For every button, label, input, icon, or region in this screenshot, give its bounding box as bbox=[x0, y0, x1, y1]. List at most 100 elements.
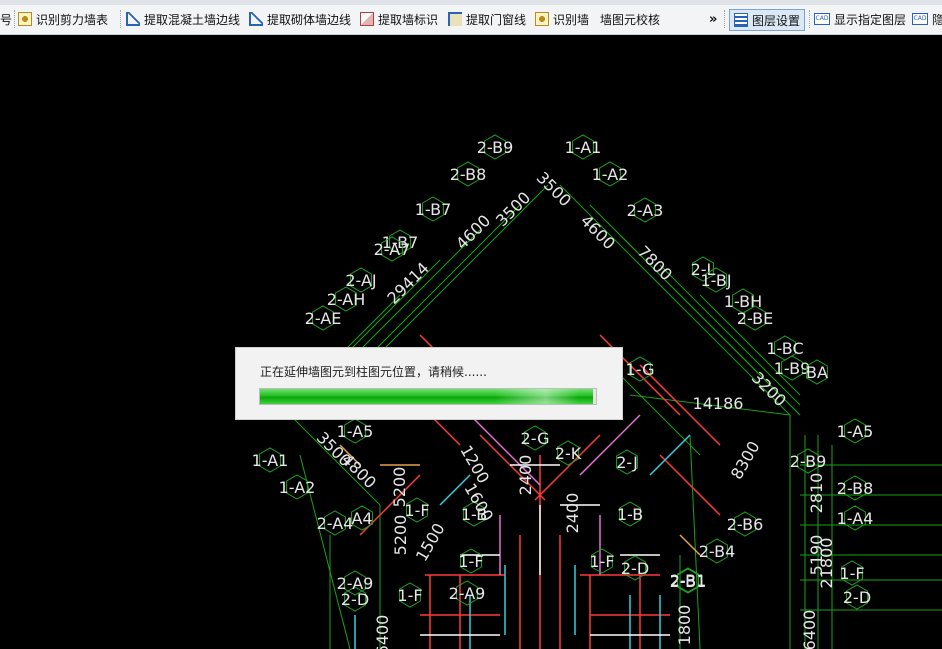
toolbar-item-label: 识别墙 bbox=[553, 12, 590, 27]
layer-settings-button[interactable]: 图层设置 bbox=[729, 9, 806, 31]
progress-bar bbox=[259, 388, 597, 405]
axis-label-text: 1-G bbox=[626, 360, 655, 379]
toolbar-overflow-button[interactable]: » bbox=[709, 8, 717, 30]
axis-label-text: 1-F bbox=[458, 552, 483, 571]
toolbar-separator bbox=[724, 10, 726, 28]
axis-label[interactable]: 1-A4 bbox=[837, 505, 874, 531]
hide-layer-button[interactable]: CAD 隐 bbox=[912, 8, 942, 30]
toolbar-item-label: 隐 bbox=[932, 12, 942, 27]
axis-label[interactable]: 2-AH bbox=[327, 286, 366, 312]
axis-label[interactable]: 1-A1 bbox=[252, 447, 289, 473]
toolbar-separator bbox=[14, 10, 16, 28]
wall-element-check-button[interactable]: 墙图元校核 bbox=[600, 8, 660, 30]
axis-label-text: 1-A1 bbox=[252, 451, 289, 470]
axis-label[interactable]: 2-A3 bbox=[627, 197, 664, 223]
extract-line-icon bbox=[126, 12, 140, 26]
axis-label-text: 2-A7 bbox=[374, 240, 411, 259]
toolbar-separator bbox=[809, 10, 811, 28]
axis-label[interactable]: 1-A5 bbox=[837, 418, 874, 444]
extract-concrete-wall-edge-button[interactable]: 提取混凝土墙边线 bbox=[126, 8, 240, 30]
show-specified-layer-button[interactable]: CAD 显示指定图层 bbox=[814, 8, 906, 30]
progress-dialog: 正在延伸墙图元到柱图元位置，请稍候...... bbox=[235, 347, 623, 420]
axis-label[interactable]: 2-J bbox=[616, 449, 638, 475]
progress-bar-glow bbox=[260, 389, 596, 404]
dimension-text: 4600 bbox=[452, 211, 494, 253]
axis-label[interactable]: 1-F bbox=[458, 548, 484, 574]
axis-label-text: 2-A9 bbox=[337, 574, 374, 593]
axis-label[interactable]: 2-A4 bbox=[317, 510, 354, 536]
axis-label[interactable]: 2-D bbox=[843, 584, 871, 610]
axis-label-text: 1-A2 bbox=[592, 165, 629, 184]
axis-label[interactable]: 1-A2 bbox=[592, 161, 629, 187]
axis-label[interactable]: 2-K bbox=[555, 440, 582, 466]
toolbar-item-label: 号 bbox=[0, 12, 13, 27]
axis-label-text: 1-A5 bbox=[337, 422, 374, 441]
wall-line bbox=[649, 434, 691, 476]
axis-label[interactable]: 2-D bbox=[621, 555, 649, 581]
extract-masonry-wall-edge-button[interactable]: 提取砌体墙边线 bbox=[249, 8, 351, 30]
layers-icon bbox=[734, 13, 748, 27]
extract-wall-mark-button[interactable]: 提取墙标识 bbox=[360, 8, 438, 30]
axis-label[interactable]: 2-B9 bbox=[790, 448, 827, 474]
axis-label[interactable]: 1-G bbox=[626, 356, 655, 382]
extract-door-window-line-button[interactable]: 提取门窗线 bbox=[448, 8, 526, 30]
toolbar-item-truncated[interactable]: 号 bbox=[0, 8, 12, 30]
axis-label[interactable]: 2-B6 bbox=[727, 511, 764, 537]
axis-label-text: 1-B bbox=[617, 505, 643, 524]
dimension-text: 5200 bbox=[390, 467, 409, 508]
table-scan-icon bbox=[18, 12, 32, 26]
axis-label[interactable]: 2-BE bbox=[737, 305, 773, 331]
axis-label[interactable]: 2-B8 bbox=[450, 161, 487, 187]
toolbar-separator bbox=[120, 10, 122, 28]
axis-label[interactable]: 1-B7 bbox=[415, 196, 452, 222]
axis-label-text: 2-B4 bbox=[699, 542, 736, 561]
axis-label-text: 2-J bbox=[616, 453, 638, 472]
dimension-text: 2400 bbox=[516, 455, 535, 496]
axis-label-text: 1-F bbox=[839, 564, 864, 583]
axis-label[interactable]: 1-F bbox=[397, 582, 423, 608]
cad-drawing-canvas[interactable]: 2-B9 1-A12-B8 1-A21-B7 2-A31-B72-A72-AJ2-AH… bbox=[0, 35, 942, 649]
axis-label[interactable]: 2-B9 bbox=[477, 134, 514, 160]
toolbar-item-label: 图层设置 bbox=[752, 13, 801, 28]
axis-label[interactable]: 1-A5 bbox=[337, 418, 374, 444]
axis-label[interactable]: 1-B9 bbox=[774, 355, 811, 381]
dimension-text: 1800 bbox=[675, 605, 694, 646]
identify-wall-button[interactable]: 识别墙 bbox=[535, 8, 589, 30]
axis-label[interactable]: 2-A9 bbox=[337, 570, 374, 596]
identify-shear-wall-table-button[interactable]: 识别剪力墙表 bbox=[18, 8, 108, 30]
dimension-text: 4600 bbox=[577, 211, 619, 253]
axis-label-text: 1-F bbox=[589, 552, 614, 571]
axis-label[interactable]: 2-G bbox=[521, 425, 550, 451]
identify-icon bbox=[535, 12, 549, 26]
axis-label-text: 1-A5 bbox=[837, 422, 874, 441]
axis-label[interactable]: 2-A7 bbox=[374, 236, 411, 262]
axis-label[interactable]: 2-AE bbox=[305, 305, 342, 331]
axis-label[interactable]: 2-B4 bbox=[699, 538, 736, 564]
axis-label-text: 1-F bbox=[397, 586, 422, 605]
dimension-text: 4800 bbox=[338, 450, 380, 492]
toolbar-item-label: 识别剪力墙表 bbox=[36, 12, 109, 27]
axis-label-text: 2-B8 bbox=[837, 479, 874, 498]
dimension-text: 14186 bbox=[693, 394, 744, 413]
axis-label-text: 2-D bbox=[621, 559, 649, 578]
axis-label[interactable]: 2-B1 bbox=[670, 567, 707, 593]
toolbar-item-label: 提取墙标识 bbox=[378, 12, 439, 27]
axis-label[interactable]: 1-BC bbox=[766, 335, 804, 361]
progress-message: 正在延伸墙图元到柱图元位置，请稍候...... bbox=[260, 365, 487, 379]
axis-label[interactable]: 1-B bbox=[617, 501, 643, 527]
axis-label[interactable]: 2-B8 bbox=[837, 475, 874, 501]
axis-label-text: 2-AE bbox=[305, 309, 342, 328]
axis-label-text: 2-A9 bbox=[449, 584, 486, 603]
axis-label[interactable]: 1-F bbox=[839, 560, 865, 586]
dimension-text: 6400 bbox=[800, 610, 819, 649]
axis-label[interactable]: 1-A2 bbox=[279, 474, 316, 500]
axis-label[interactable]: 1-A1 bbox=[565, 134, 602, 160]
axis-label[interactable]: 2-A9 bbox=[449, 580, 486, 606]
axis-label[interactable]: 2-AJ bbox=[345, 267, 377, 293]
axis-label[interactable]: 1-BJ bbox=[700, 267, 732, 293]
dimension-text: 3500 bbox=[492, 188, 534, 230]
axis-label[interactable]: BA bbox=[806, 359, 828, 385]
dimension-text: 8300 bbox=[727, 438, 764, 483]
axis-label[interactable]: A4 bbox=[351, 505, 373, 531]
axis-label[interactable]: 1-F bbox=[589, 548, 615, 574]
